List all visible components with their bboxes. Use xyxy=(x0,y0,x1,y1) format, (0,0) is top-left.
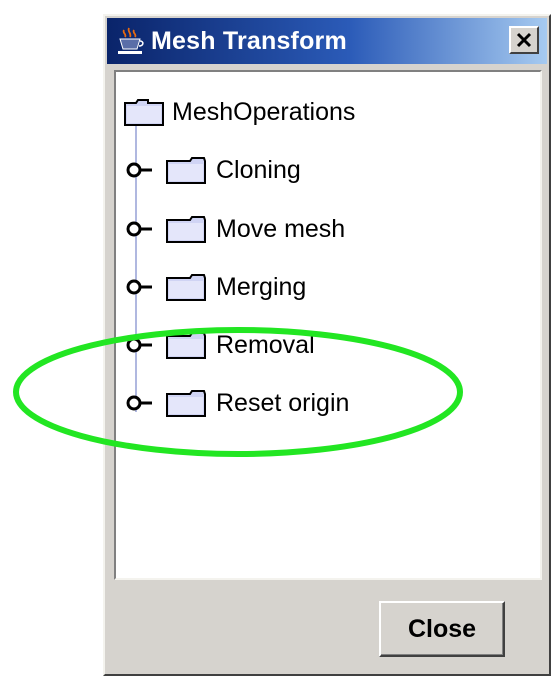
window-title: Mesh Transform xyxy=(151,27,347,55)
tree-node-reset-origin[interactable]: Reset origin xyxy=(126,383,349,423)
tree-node-label: Removal xyxy=(216,330,315,359)
folder-icon xyxy=(166,390,206,417)
collapsed-handle-icon[interactable] xyxy=(126,160,154,180)
tree-node-label: Reset origin xyxy=(216,388,350,417)
folder-icon xyxy=(166,157,206,184)
folder-icon xyxy=(124,99,164,126)
tree-root-label: MeshOperations xyxy=(172,97,356,126)
window-close-button[interactable] xyxy=(509,26,539,54)
close-x-icon xyxy=(516,32,532,48)
operations-tree[interactable]: MeshOperations Cloning Move mesh Merging… xyxy=(114,70,542,580)
tree-node-label: Cloning xyxy=(216,155,301,184)
java-cup-icon xyxy=(118,27,144,54)
collapsed-handle-icon[interactable] xyxy=(126,219,154,239)
tree-node-merging[interactable]: Merging xyxy=(126,267,306,307)
tree-root-node[interactable]: MeshOperations xyxy=(124,92,355,132)
folder-icon xyxy=(166,216,206,243)
collapsed-handle-icon[interactable] xyxy=(126,335,154,355)
close-button[interactable]: Close xyxy=(379,601,505,657)
folder-icon xyxy=(166,332,206,359)
mesh-transform-dialog: Mesh Transform MeshOperations Cloning Mo… xyxy=(103,14,551,676)
tree-node-label: Merging xyxy=(216,272,307,301)
tree-node-move-mesh[interactable]: Move mesh xyxy=(126,209,345,249)
tree-node-label: Move mesh xyxy=(216,214,346,243)
dialog-button-bar: Close xyxy=(107,584,547,674)
title-bar[interactable]: Mesh Transform xyxy=(107,18,547,64)
folder-icon xyxy=(166,274,206,301)
collapsed-handle-icon[interactable] xyxy=(126,393,154,413)
tree-node-cloning[interactable]: Cloning xyxy=(126,150,301,190)
collapsed-handle-icon[interactable] xyxy=(126,277,154,297)
tree-node-removal[interactable]: Removal xyxy=(126,325,315,365)
